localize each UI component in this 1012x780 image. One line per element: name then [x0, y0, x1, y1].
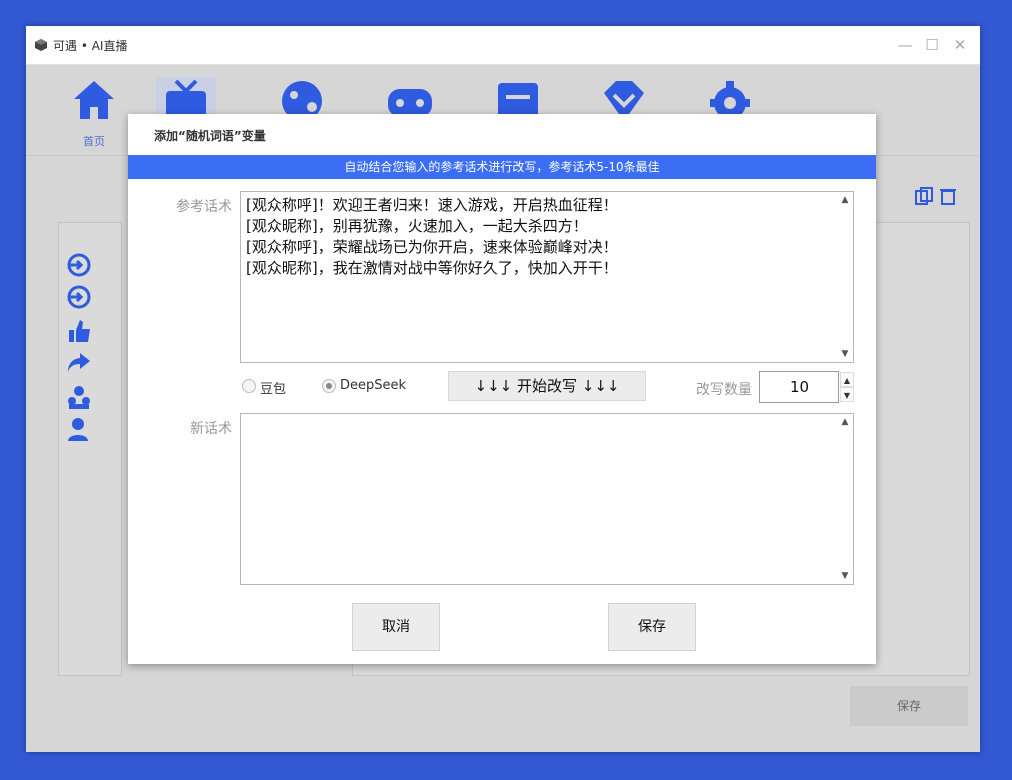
radio-label: DeepSeek: [340, 378, 407, 393]
spin-up-icon[interactable]: ▲: [840, 372, 854, 387]
cancel-button[interactable]: 取消: [352, 603, 440, 651]
add-random-word-dialog: 添加“随机词语”变量 自动结合您输入的参考话术进行改写，参考话术5-10条最佳 …: [128, 114, 876, 664]
app-logo-icon: [35, 39, 47, 51]
thumbs-up-icon: [69, 320, 90, 342]
reference-textarea[interactable]: [观众称呼]！欢迎王者归来！速入游戏，开启热血征程！ [观众昵称]，别再犹豫，火…: [240, 191, 854, 363]
radio-dot: [322, 379, 336, 393]
new-script-scrollbar[interactable]: ▲ ▼: [837, 414, 853, 584]
hint-bar: 自动结合您输入的参考话术进行改写，参考话术5-10条最佳: [128, 155, 876, 179]
user-icon: [68, 418, 88, 441]
title-bar: 可遇 • AI直播 — ☐ ✕: [26, 26, 980, 65]
reference-scrollbar[interactable]: ▲ ▼: [837, 192, 853, 362]
reference-line: [观众称呼]！欢迎王者归来！速入游戏，开启热血征程！: [246, 196, 618, 214]
new-script-textarea[interactable]: ▲ ▼: [240, 413, 854, 585]
new-script-label: 新话术: [190, 421, 232, 437]
close-button[interactable]: ✕: [951, 36, 969, 54]
spin-down-icon[interactable]: ▼: [840, 387, 854, 402]
minimize-button[interactable]: —: [896, 36, 914, 54]
copy-icon: [915, 187, 933, 205]
group-icon: [68, 386, 90, 409]
start-rewrite-button[interactable]: ↓↓↓ 开始改写 ↓↓↓: [448, 371, 646, 401]
toolbar-item-home[interactable]: 首页: [64, 77, 124, 148]
rewrite-count-label: 改写数量: [696, 382, 752, 398]
scroll-up-icon[interactable]: ▲: [839, 416, 851, 428]
rewrite-count-input[interactable]: 10: [759, 371, 839, 403]
enter-icon: [67, 285, 91, 309]
window-title: 可遇 • AI直播: [53, 39, 128, 53]
radio-dot: [242, 379, 256, 393]
share-icon: [68, 353, 90, 372]
scroll-down-icon[interactable]: ▼: [839, 570, 851, 582]
radio-label: 豆包: [260, 382, 287, 397]
scroll-up-icon[interactable]: ▲: [839, 194, 851, 206]
toolbar-item-label: 首页: [83, 135, 105, 148]
reference-line: [观众昵称]，我在激情对战中等你好久了，快加入开干！: [246, 259, 618, 277]
reference-line: [观众称呼]，荣耀战场已为你开启，速来体验巅峰对决！: [246, 238, 618, 256]
login-icon: [67, 253, 91, 277]
reference-line: [观众昵称]，别再犹豫，火速加入，一起大杀四方！: [246, 217, 588, 235]
dialog-title: 添加“随机词语”变量: [154, 129, 266, 143]
save-button[interactable]: 保存: [608, 603, 696, 651]
background-save-button: 保存: [850, 686, 968, 726]
home-icon: [74, 81, 114, 119]
trash-icon: [940, 189, 956, 205]
scroll-down-icon[interactable]: ▼: [839, 348, 851, 360]
maximize-button[interactable]: ☐: [923, 36, 941, 54]
reference-label: 参考话术: [176, 199, 232, 215]
